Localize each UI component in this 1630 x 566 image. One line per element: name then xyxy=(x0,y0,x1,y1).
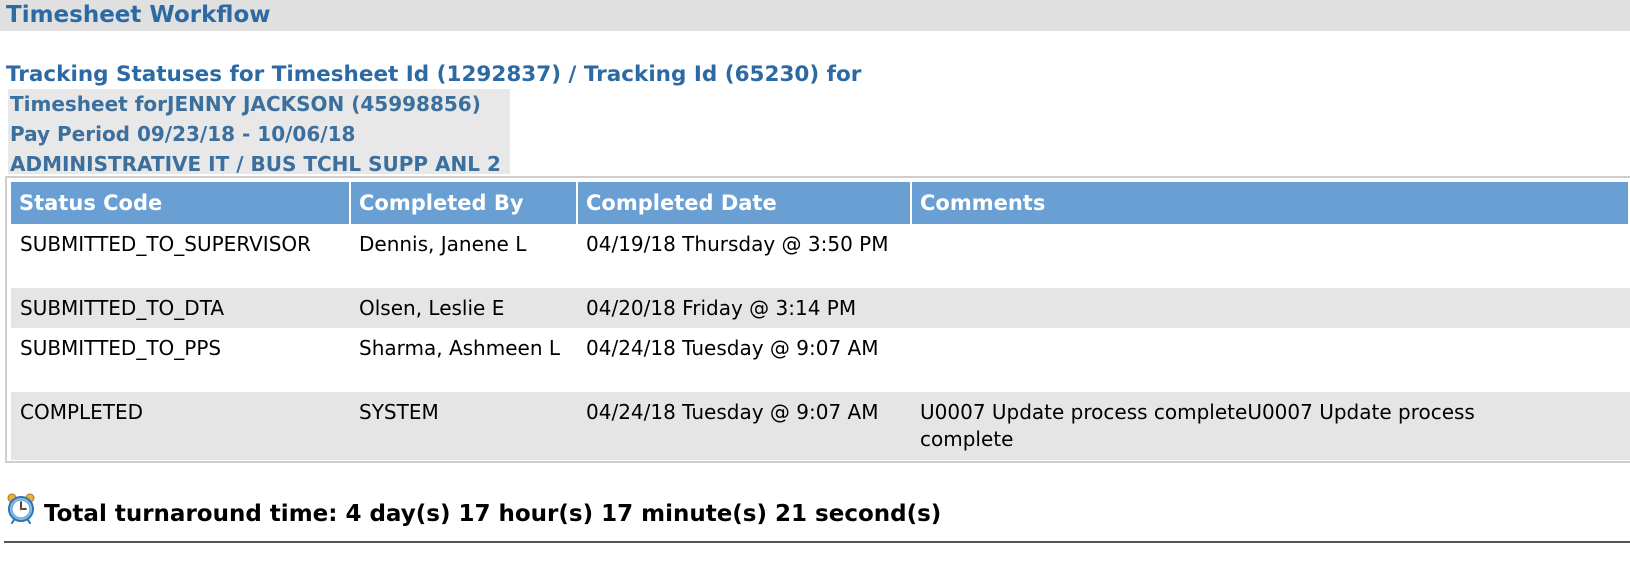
tracking-heading: Tracking Statuses for Timesheet Id (1292… xyxy=(6,62,862,87)
tracking-status-table: Status Code Completed By Completed Date … xyxy=(5,176,1630,463)
department-title: ADMINISTRATIVE IT / BUS TCHL SUPP ANL 2 xyxy=(10,152,501,176)
timesheet-info-box: Timesheet forJENNY JACKSON (45998856) Pa… xyxy=(8,89,510,176)
status-code-cell: SUBMITTED_TO_DTA xyxy=(20,296,225,320)
status-code-cell: SUBMITTED_TO_SUPERVISOR xyxy=(20,232,312,256)
table-row: SUBMITTED_TO_DTA Olsen, Leslie E 04/20/1… xyxy=(11,288,1630,328)
status-code-cell: COMPLETED xyxy=(20,400,144,424)
header-status-code: Status Code xyxy=(11,182,349,224)
header-completed-by: Completed By xyxy=(351,182,576,224)
completed-date-cell: 04/24/18 Tuesday @ 9:07 AM xyxy=(586,336,879,360)
status-code-cell: SUBMITTED_TO_PPS xyxy=(20,336,222,360)
total-turnaround-time: Total turnaround time: 4 day(s) 17 hour(… xyxy=(44,501,942,527)
table-row: SUBMITTED_TO_SUPERVISOR Dennis, Janene L… xyxy=(11,224,1630,288)
title-bar: Timesheet Workflow xyxy=(0,0,1630,31)
completed-by-cell: Sharma, Ashmeen L xyxy=(359,336,560,360)
alarm-clock-icon xyxy=(5,492,37,524)
header-completed-date: Completed Date xyxy=(578,182,910,224)
table-row: COMPLETED SYSTEM 04/24/18 Tuesday @ 9:07… xyxy=(11,392,1630,460)
completed-date-cell: 04/24/18 Tuesday @ 9:07 AM xyxy=(586,400,879,424)
completed-date-cell: 04/19/18 Thursday @ 3:50 PM xyxy=(586,232,889,256)
completed-by-cell: Olsen, Leslie E xyxy=(359,296,505,320)
divider xyxy=(4,541,1630,543)
pay-period: Pay Period 09/23/18 - 10/06/18 xyxy=(10,122,356,146)
header-comments: Comments xyxy=(912,182,1628,224)
completed-date-cell: 04/20/18 Friday @ 3:14 PM xyxy=(586,296,857,320)
completed-by-cell: SYSTEM xyxy=(359,400,439,424)
page-title: Timesheet Workflow xyxy=(6,2,271,28)
comments-cell: U0007 Update process completeU0007 Updat… xyxy=(920,400,1475,451)
turnaround-footer: Total turnaround time: 4 day(s) 17 hour(… xyxy=(0,490,1630,540)
completed-by-cell: Dennis, Janene L xyxy=(359,232,527,256)
timesheet-owner: Timesheet forJENNY JACKSON (45998856) xyxy=(10,92,481,116)
table-row: SUBMITTED_TO_PPS Sharma, Ashmeen L 04/24… xyxy=(11,328,1630,392)
